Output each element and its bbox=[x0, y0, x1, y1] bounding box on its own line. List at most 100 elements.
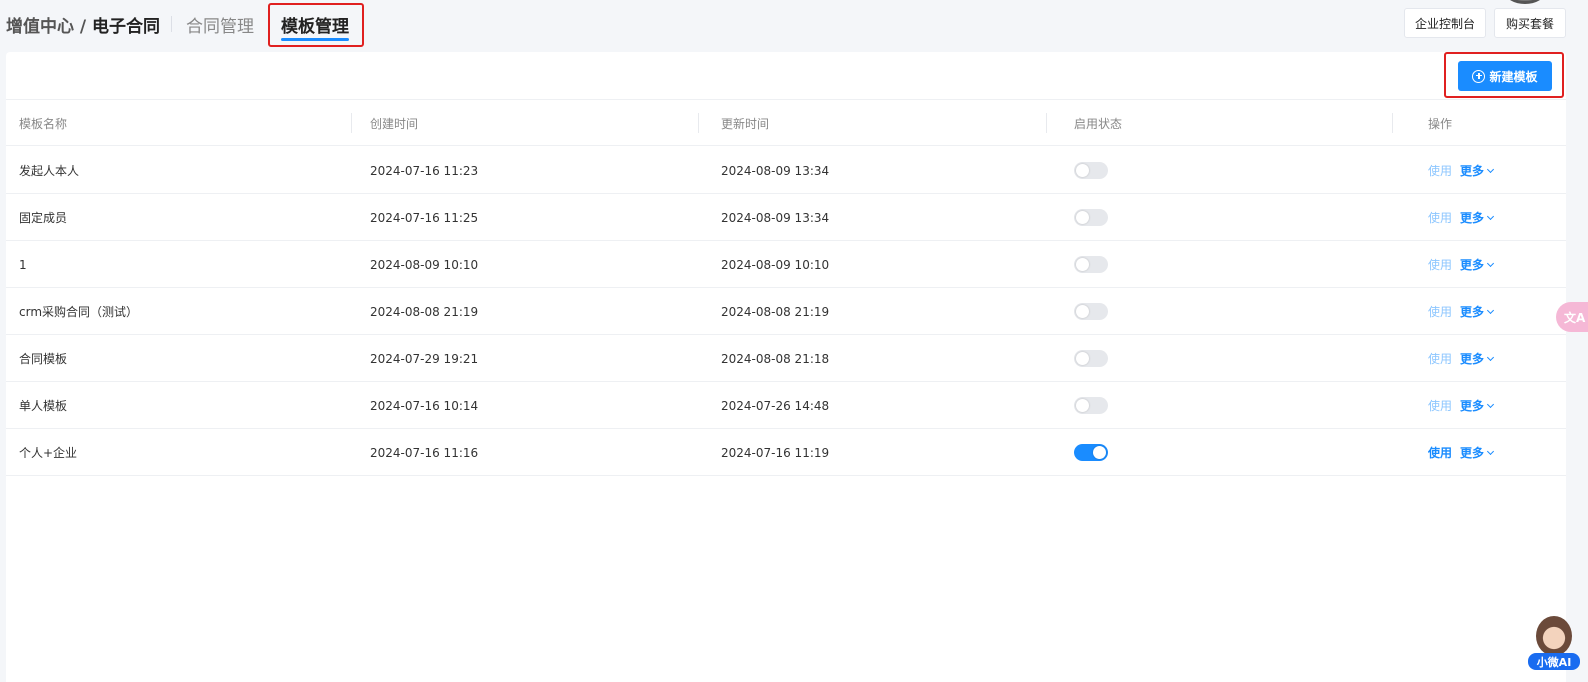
more-dropdown[interactable]: 更多 bbox=[1460, 444, 1495, 461]
status-cell bbox=[1074, 288, 1108, 335]
use-link[interactable]: 使用 bbox=[1428, 209, 1452, 226]
more-label: 更多 bbox=[1460, 164, 1485, 178]
more-dropdown[interactable]: 更多 bbox=[1460, 397, 1495, 414]
enable-toggle[interactable] bbox=[1074, 397, 1108, 414]
created-time: 2024-07-29 19:21 bbox=[370, 351, 479, 366]
actions-cell: 使用 更多 bbox=[1428, 335, 1495, 382]
breadcrumb-root[interactable]: 增值中心 / bbox=[6, 17, 92, 37]
status-cell bbox=[1074, 382, 1108, 429]
chevron-down-icon bbox=[1486, 212, 1495, 220]
status-cell bbox=[1074, 147, 1108, 194]
template-name: 合同模板 bbox=[19, 352, 68, 366]
use-link[interactable]: 使用 bbox=[1428, 256, 1452, 273]
actions-cell: 使用 更多 bbox=[1428, 382, 1495, 429]
more-dropdown[interactable]: 更多 bbox=[1460, 303, 1495, 320]
highlight-box-tab bbox=[268, 3, 364, 47]
tab-contract-management[interactable]: 合同管理 bbox=[186, 12, 254, 37]
use-link[interactable]: 使用 bbox=[1428, 350, 1452, 367]
enable-toggle[interactable] bbox=[1074, 256, 1108, 273]
table-row: 1 2024-08-09 10:10 2024-08-09 10:10 使用 更… bbox=[6, 241, 1566, 288]
top-header: 增值中心 / 电子合同 合同管理 模板管理 企业控制台 购买套餐 bbox=[0, 0, 1588, 50]
breadcrumb: 增值中心 / 电子合同 bbox=[6, 12, 160, 37]
table-header: 模板名称 创建时间 更新时间 启用状态 操作 bbox=[6, 100, 1566, 146]
chevron-down-icon bbox=[1486, 259, 1495, 267]
actions-cell: 使用 更多 bbox=[1428, 147, 1495, 194]
more-dropdown[interactable]: 更多 bbox=[1460, 162, 1495, 179]
translate-float-button[interactable]: 文A bbox=[1556, 302, 1588, 332]
use-link[interactable]: 使用 bbox=[1428, 303, 1452, 320]
actions-cell: 使用 更多 bbox=[1428, 241, 1495, 288]
table-toolbar: 新建模板 bbox=[6, 52, 1566, 100]
template-name: crm采购合同（测试） bbox=[19, 305, 139, 319]
more-label: 更多 bbox=[1460, 352, 1485, 366]
template-name: 个人+企业 bbox=[19, 446, 78, 460]
use-link[interactable]: 使用 bbox=[1428, 397, 1452, 414]
chevron-down-icon bbox=[1486, 306, 1495, 314]
toggle-knob bbox=[1076, 305, 1089, 318]
created-time: 2024-07-16 10:14 bbox=[370, 398, 479, 413]
toggle-knob bbox=[1076, 211, 1089, 224]
more-label: 更多 bbox=[1460, 258, 1485, 272]
header-divider bbox=[171, 16, 172, 32]
toggle-knob bbox=[1093, 446, 1106, 459]
template-name: 单人模板 bbox=[19, 399, 68, 413]
updated-time: 2024-08-09 13:34 bbox=[721, 210, 830, 225]
template-panel: 新建模板 模板名称 创建时间 更新时间 启用状态 操作 发起人本人 2024-0… bbox=[6, 52, 1566, 682]
status-cell bbox=[1074, 335, 1108, 382]
enable-toggle[interactable] bbox=[1074, 162, 1108, 179]
more-dropdown[interactable]: 更多 bbox=[1460, 209, 1495, 226]
created-time: 2024-07-16 11:16 bbox=[370, 445, 479, 460]
toggle-knob bbox=[1076, 164, 1089, 177]
table-row: 单人模板 2024-07-16 10:14 2024-07-26 14:48 使… bbox=[6, 382, 1566, 429]
use-link[interactable]: 使用 bbox=[1428, 162, 1452, 179]
enterprise-console-button[interactable]: 企业控制台 bbox=[1404, 8, 1486, 38]
template-name: 发起人本人 bbox=[19, 164, 80, 178]
buy-package-button[interactable]: 购买套餐 bbox=[1494, 8, 1566, 38]
toggle-knob bbox=[1076, 258, 1089, 271]
table-row: 发起人本人 2024-07-16 11:23 2024-08-09 13:34 … bbox=[6, 147, 1566, 194]
use-link[interactable]: 使用 bbox=[1428, 444, 1452, 461]
actions-cell: 使用 更多 bbox=[1428, 429, 1495, 476]
created-time: 2024-08-09 10:10 bbox=[370, 257, 479, 272]
template-name: 1 bbox=[19, 257, 27, 272]
column-divider bbox=[351, 113, 352, 133]
column-header-created: 创建时间 bbox=[370, 116, 419, 131]
ai-avatar-icon bbox=[1536, 616, 1572, 656]
updated-time: 2024-08-08 21:18 bbox=[721, 351, 830, 366]
more-label: 更多 bbox=[1460, 305, 1485, 319]
breadcrumb-current: 电子合同 bbox=[92, 17, 161, 37]
column-header-name: 模板名称 bbox=[19, 116, 68, 131]
chevron-down-icon bbox=[1486, 353, 1495, 361]
translate-icon: 文A bbox=[1564, 310, 1586, 325]
updated-time: 2024-08-09 13:34 bbox=[721, 163, 830, 178]
updated-time: 2024-08-08 21:19 bbox=[721, 304, 830, 319]
table-row: crm采购合同（测试） 2024-08-08 21:19 2024-08-08 … bbox=[6, 288, 1566, 335]
enable-toggle[interactable] bbox=[1074, 350, 1108, 367]
status-cell bbox=[1074, 429, 1108, 476]
column-header-updated: 更新时间 bbox=[721, 116, 770, 131]
enable-toggle[interactable] bbox=[1074, 209, 1108, 226]
highlight-box-new-button bbox=[1444, 52, 1564, 98]
table-row: 个人+企业 2024-07-16 11:16 2024-07-16 11:19 … bbox=[6, 429, 1566, 476]
chevron-down-icon bbox=[1486, 400, 1495, 408]
table-row: 合同模板 2024-07-29 19:21 2024-08-08 21:18 使… bbox=[6, 335, 1566, 382]
more-label: 更多 bbox=[1460, 446, 1485, 460]
toggle-knob bbox=[1076, 352, 1089, 365]
actions-cell: 使用 更多 bbox=[1428, 288, 1495, 335]
status-cell bbox=[1074, 241, 1108, 288]
chevron-down-icon bbox=[1486, 447, 1495, 455]
enable-toggle[interactable] bbox=[1074, 444, 1108, 461]
table-row: 固定成员 2024-07-16 11:25 2024-08-09 13:34 使… bbox=[6, 194, 1566, 241]
column-divider bbox=[1046, 113, 1047, 133]
column-divider bbox=[1392, 113, 1393, 133]
enable-toggle[interactable] bbox=[1074, 303, 1108, 320]
more-label: 更多 bbox=[1460, 211, 1485, 225]
column-header-status: 启用状态 bbox=[1074, 116, 1123, 131]
more-dropdown[interactable]: 更多 bbox=[1460, 256, 1495, 273]
more-dropdown[interactable]: 更多 bbox=[1460, 350, 1495, 367]
ai-assistant-button[interactable]: 小微AI bbox=[1528, 616, 1580, 672]
created-time: 2024-07-16 11:25 bbox=[370, 210, 479, 225]
updated-time: 2024-07-26 14:48 bbox=[721, 398, 830, 413]
ai-assistant-label: 小微AI bbox=[1528, 653, 1580, 670]
user-avatar[interactable] bbox=[1505, 0, 1545, 4]
